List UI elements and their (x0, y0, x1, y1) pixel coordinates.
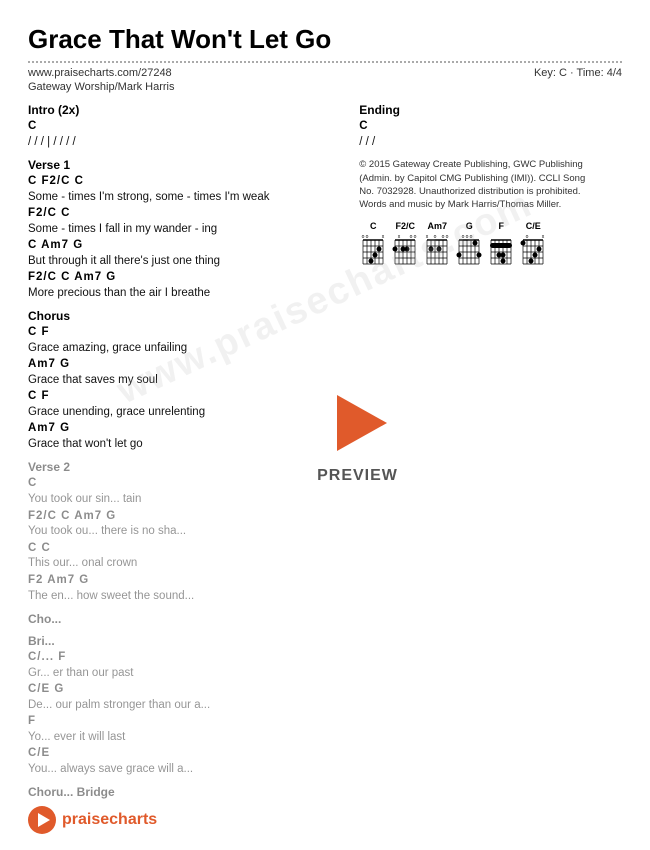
ending-chord: C (359, 119, 622, 134)
chord-svg-F2C: x o o (391, 232, 419, 268)
bridge-line-3: F Yo... ever it will last (28, 714, 343, 745)
chorus-line-2: Am7 G Grace that saves my soul (28, 357, 343, 388)
verse1-line-2: F2/C C Some - times I fall in my wander … (28, 206, 343, 237)
chorus-bridge-title: Choru... Bridge (28, 785, 343, 799)
key-time: Key: C · Time: 4/4 (534, 67, 622, 79)
chord-svg-C: o o x (359, 232, 387, 268)
chord-diagram-F2C: F2/C (391, 221, 419, 268)
verse1-line-1: C F2/C C Some - times I'm strong, some -… (28, 174, 343, 205)
logo-pre: pr (62, 811, 78, 828)
bridge-line-1: C/... F Gr... er than our past (28, 650, 343, 681)
logo-post: charts (109, 811, 157, 828)
chorus2-section: Cho... (28, 612, 343, 626)
url: www.praisecharts.com/27248 (28, 67, 172, 79)
left-column: Intro (2x) C / / / | / / / / Verse 1 C F… (28, 103, 343, 807)
meta-row: www.praisecharts.com/27248 Key: C · Time… (28, 67, 622, 79)
verse1-title: Verse 1 (28, 158, 343, 172)
chord-svg-F (487, 232, 515, 268)
chord-svg-CE: o x (519, 232, 547, 268)
svg-text:o: o (462, 234, 465, 240)
chord-diagram-G: G (455, 221, 483, 268)
svg-text:o: o (446, 234, 449, 240)
bottom-logo: praisecharts (28, 806, 157, 834)
svg-text:x: x (382, 234, 385, 240)
bridge-line-4: C/E You... always save grace will a... (28, 746, 343, 777)
svg-text:o: o (434, 234, 437, 240)
divider (28, 61, 622, 63)
verse1-line-3: C Am7 G But through it all there's just … (28, 238, 343, 269)
chord-diagram-CE: C/E (519, 221, 547, 268)
intro-title: Intro (2x) (28, 103, 343, 117)
chorus2-title: Cho... (28, 612, 343, 626)
svg-text:o: o (466, 234, 469, 240)
chord-diagram-Am7: Am7 x (423, 221, 451, 268)
author: Gateway Worship/Mark Harris (28, 81, 622, 93)
ending-rhythm: / / / (359, 134, 622, 150)
bridge-line-2: C/E G De... our palm stronger than our a… (28, 682, 343, 713)
svg-text:o: o (414, 234, 417, 240)
svg-text:x: x (426, 234, 429, 240)
chorus-line-3: C F Grace unending, grace unrelenting (28, 389, 343, 420)
verse2-section: Verse 2 C You took our sin... tain F2/C … (28, 460, 343, 603)
chorus-bridge-section: Choru... Bridge (28, 785, 343, 799)
verse1-line-4: F2/C C Am7 G More precious than the air … (28, 270, 343, 301)
chorus-line-1: C F Grace amazing, grace unfailing (28, 325, 343, 356)
svg-text:o: o (470, 234, 473, 240)
title: Grace That Won't Let Go (28, 24, 622, 55)
verse2-line-3: C C This our... onal crown (28, 541, 343, 572)
intro-rhythm: / / / | / / / / (28, 134, 343, 150)
chorus-section: Chorus C F Grace amazing, grace unfailin… (28, 309, 343, 452)
ending-section: Ending C / / / (359, 103, 622, 150)
chord-svg-Am7: x o o o (423, 232, 451, 268)
bridge-section: Bri... C/... F Gr... er than our past C/… (28, 634, 343, 777)
chord-diagram-F: F (487, 221, 515, 268)
verse1-section: Verse 1 C F2/C C Some - times I'm strong… (28, 158, 343, 301)
ending-title: Ending (359, 103, 622, 117)
bridge-title: Bri... (28, 634, 343, 648)
chorus-line-4: Am7 G Grace that won't let go (28, 421, 343, 452)
copyright-text: © 2015 Gateway Create Publishing, GWC Pu… (359, 158, 599, 211)
verse2-line-1: C You took our sin... tain (28, 476, 343, 507)
logo-brand: aise (78, 811, 109, 828)
svg-text:o: o (442, 234, 445, 240)
svg-text:x: x (398, 234, 401, 240)
intro-chord: C (28, 119, 343, 134)
intro-section: Intro (2x) C / / / | / / / / (28, 103, 343, 150)
logo-text: praisecharts (62, 811, 157, 829)
chorus-title: Chorus (28, 309, 343, 323)
svg-text:x: x (542, 234, 545, 240)
chord-diagrams: C (359, 221, 622, 268)
chord-svg-G: o o o (455, 232, 483, 268)
svg-text:o: o (362, 234, 365, 240)
right-column: Ending C / / / © 2015 Gateway Create Pub… (359, 103, 622, 807)
logo-icon (28, 806, 56, 834)
svg-text:o: o (526, 234, 529, 240)
main-content: Intro (2x) C / / / | / / / / Verse 1 C F… (28, 103, 622, 807)
verse2-line-4: F2 Am7 G The en... how sweet the sound..… (28, 573, 343, 604)
svg-text:o: o (366, 234, 369, 240)
page: Grace That Won't Let Go www.praisecharts… (0, 0, 650, 850)
verse2-line-2: F2/C C Am7 G You took ou... there is no … (28, 509, 343, 540)
verse2-title: Verse 2 (28, 460, 343, 474)
chord-diagram-C: C (359, 221, 387, 268)
logo-play-icon (38, 813, 50, 827)
svg-text:o: o (410, 234, 413, 240)
